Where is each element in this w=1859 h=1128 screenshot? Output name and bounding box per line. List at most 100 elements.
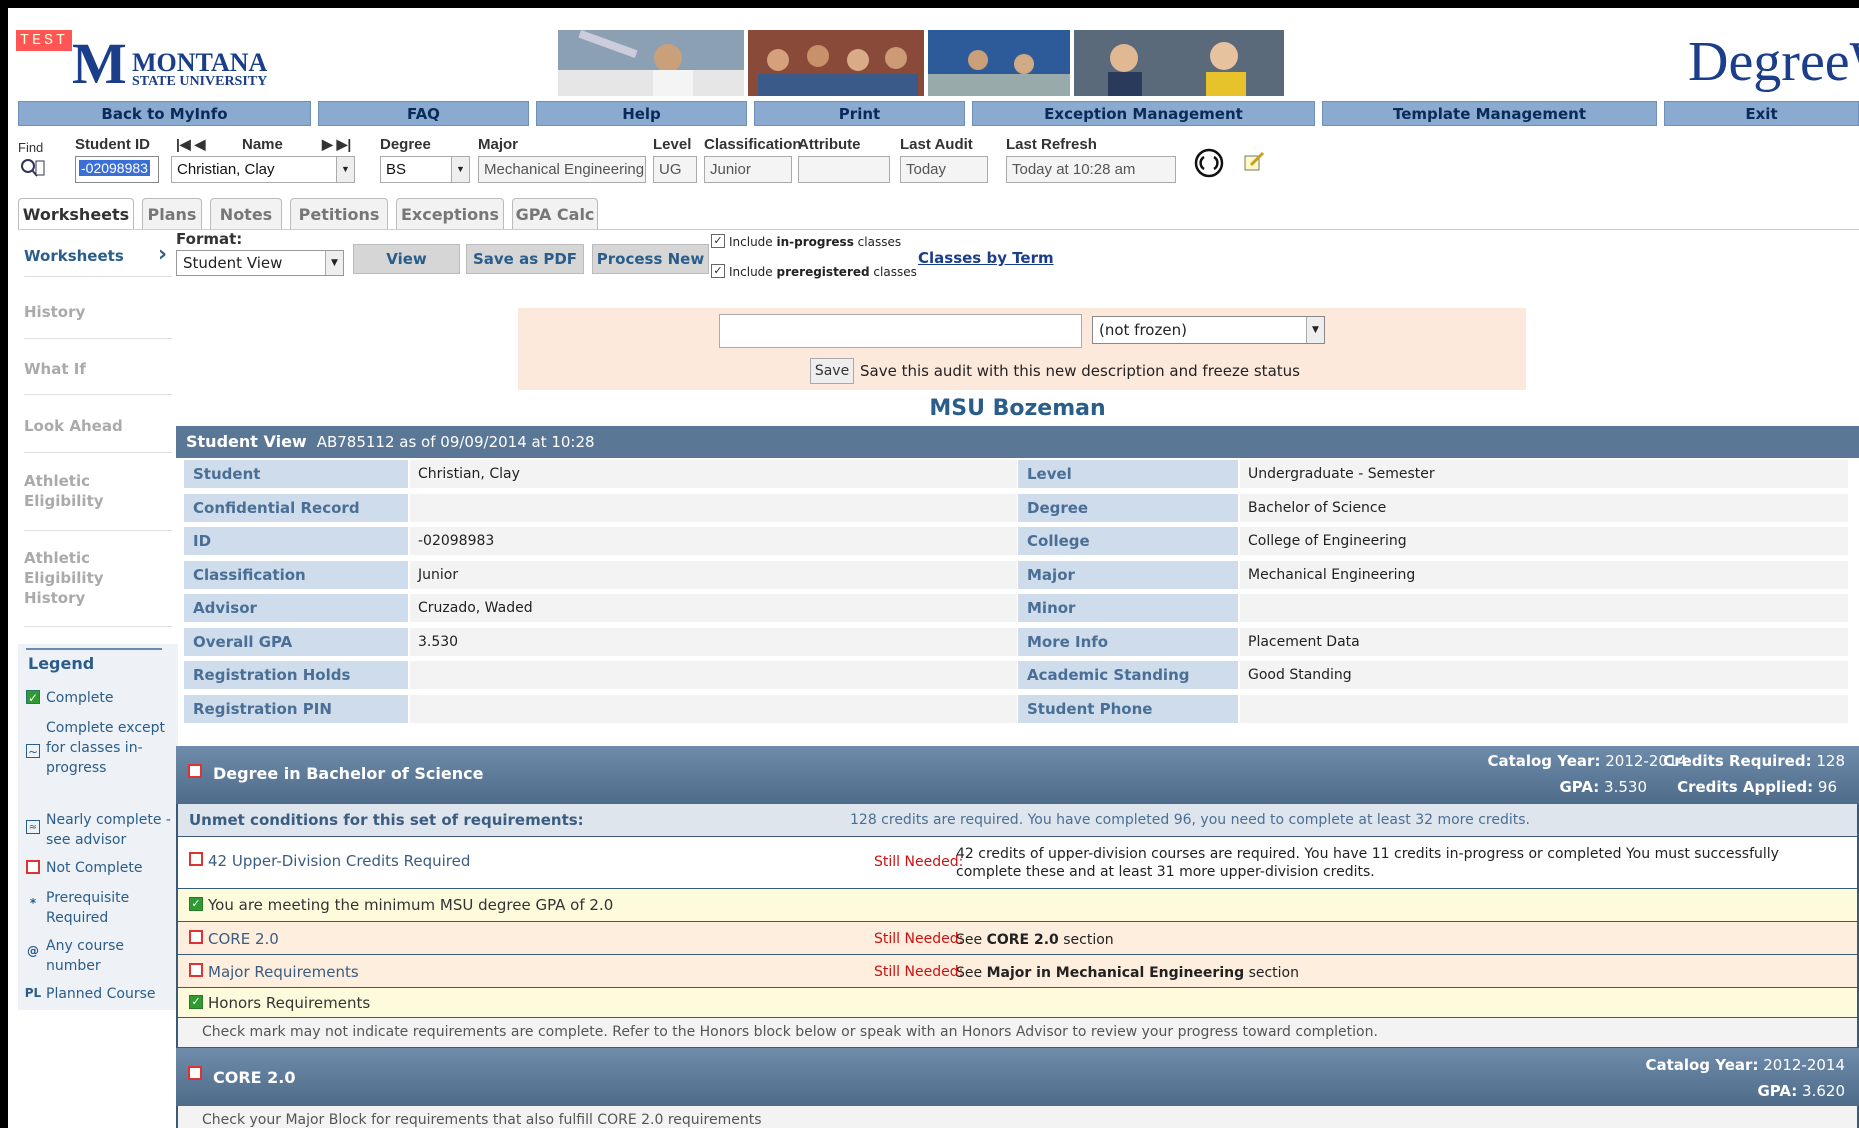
process-new-button[interactable]: Process New [592,244,709,274]
requirement-row: 42 Upper-Division Credits Required Still… [176,837,1859,889]
any-course-at-icon: @ [27,944,39,958]
student-view-value: Mechanical Engineering [1240,561,1848,589]
tab-gpa-calc[interactable]: GPA Calc [512,198,598,230]
student-view-value: Good Standing [1240,661,1848,689]
view-button[interactable]: View [353,244,460,274]
nav-back-to-myinfo[interactable]: Back to MyInfo [18,101,311,126]
sidebar-item-athletic-eligibility[interactable]: Athletic Eligibility [24,471,124,511]
major-field: Mechanical Engineering [478,156,646,183]
not-complete-box-icon [189,930,203,944]
major-label: Major [478,136,519,153]
catalog-year: Catalog Year: 2012-2014 [1487,752,1687,770]
university-subname: STATE UNIVERSITY [132,74,268,89]
core-block-header: CORE 2.0 Catalog Year: 2012-2014 GPA: 3.… [176,1048,1859,1106]
core-gpa: GPA: 3.620 [1757,1082,1845,1100]
top-nav: Back to MyInfo FAQ Help Print Exception … [18,101,1859,126]
test-badge: TEST [16,30,73,51]
student-view-label: Advisor [184,594,408,622]
student-view-value: Undergraduate - Semester [1240,460,1848,488]
find-student-icon[interactable] [20,158,46,180]
level-field: UG [653,156,697,183]
attribute-field [798,156,890,183]
complete-check-icon: ✓ [189,897,203,911]
last-student-icon[interactable]: ▶ ▶| [322,136,351,153]
credits-required: Credits Required: 128 [1663,752,1845,770]
student-view-label: More Info [1018,628,1238,656]
format-label: Format: [176,230,243,248]
tab-worksheets[interactable]: Worksheets [18,198,134,230]
sidebar-divider [24,452,172,453]
edit-note-icon[interactable] [1242,150,1266,174]
banner-photo-lab [558,30,744,96]
sidebar-item-history[interactable]: History [24,302,164,322]
campus-title: MSU Bozeman [929,396,1106,421]
not-complete-box-icon [189,852,203,866]
audit-description-input[interactable] [719,314,1082,348]
nav-print[interactable]: Print [754,101,965,126]
include-preregistered-checkbox[interactable]: ✓ [711,264,725,278]
degreeworks-brand: DegreeW [1688,31,1859,93]
legend: Legend ✓ Complete ~ Complete except for … [18,644,178,1010]
student-view-label: Degree [1018,494,1238,522]
tab-exceptions[interactable]: Exceptions [396,198,504,230]
complete-check-icon: ✓ [189,995,203,1009]
core-block-title: CORE 2.0 [213,1068,296,1087]
include-in-progress-checkbox[interactable]: ✓ [711,234,725,248]
student-id-input[interactable]: -02098983 [75,156,159,183]
degreeworks-page: TEST M MONTANA STATE UNIVERSITY DegreeW … [8,8,1859,1128]
student-view-value[interactable]: Placement Data [1240,628,1848,656]
not-complete-box-icon [26,860,40,874]
requirement-row: Major Requirements Still Needed: See Maj… [176,955,1859,988]
planned-course-icon: PL [24,986,42,1000]
refresh-icon[interactable] [1194,148,1224,178]
name-select[interactable]: Christian, Clay ▼ [171,156,355,183]
legend-title: Legend [28,654,95,673]
tab-petitions[interactable]: Petitions [290,198,388,230]
requirement-row: CORE 2.0 Still Needed: See CORE 2.0 sect… [176,922,1859,955]
classification-label: Classification [704,136,802,153]
student-view-label: Minor [1018,594,1238,622]
unmet-conditions-row: Unmet conditions for this set of require… [176,804,1859,837]
sidebar-item-athletic-eligibility-history[interactable]: Athletic Eligibility History [24,548,124,608]
tab-notes[interactable]: Notes [210,198,282,230]
chevron-down-icon: ▼ [1306,317,1324,343]
nav-exception-management[interactable]: Exception Management [972,101,1315,126]
degree-label: Degree [380,136,431,153]
first-student-icon[interactable]: |◀ ◀ [176,136,205,153]
tab-plans[interactable]: Plans [142,198,202,230]
degree-select[interactable]: BS ▼ [380,156,470,183]
save-as-pdf-button[interactable]: Save as PDF [466,244,584,274]
student-view-label: Registration PIN [184,695,408,723]
classes-by-term-link[interactable]: Classes by Term [918,249,1054,267]
chevron-down-icon: ▼ [336,157,354,182]
legend-divider [26,648,162,650]
nav-help[interactable]: Help [536,101,747,126]
student-view-value: 3.530 [410,628,1017,656]
not-complete-box-icon [189,963,203,977]
freeze-status-select[interactable]: (not frozen) ▼ [1092,316,1325,344]
nav-template-management[interactable]: Template Management [1322,101,1657,126]
prerequisite-asterisk-icon: * [29,896,37,910]
format-select[interactable]: Student View ▼ [176,250,344,276]
last-refresh-label: Last Refresh [1006,136,1097,153]
core-catalog-year: Catalog Year: 2012-2014 [1645,1056,1845,1074]
save-audit-button[interactable]: Save [810,358,854,384]
nav-faq[interactable]: FAQ [318,101,529,126]
nav-exit[interactable]: Exit [1664,101,1859,126]
sidebar-item-look-ahead[interactable]: Look Ahead [24,416,164,436]
student-view-value: -02098983 [410,527,1017,555]
honors-note-row: Check mark may not indicate requirements… [176,1018,1859,1048]
core-note-row: Check your Major Block for requirements … [176,1106,1859,1128]
save-audit-text: Save this audit with this new descriptio… [860,362,1300,380]
header: TEST M MONTANA STATE UNIVERSITY DegreeW [8,8,1859,100]
student-view-value [410,661,1017,689]
requirement-row: ✓ You are meeting the minimum MSU degree… [176,889,1859,922]
banner-photo-engineering [928,30,1070,96]
nearly-complete-icon: ≈ [26,820,40,834]
student-view-label: Academic Standing [1018,661,1238,689]
sidebar-item-worksheets[interactable]: Worksheets [24,246,164,266]
student-bar: Find Student ID -02098983 |◀ ◀ Name ▶ ▶|… [18,132,1859,188]
in-progress-tilde-icon: ~ [26,744,40,759]
student-view-value [410,695,1017,723]
sidebar-item-what-if[interactable]: What If [24,359,164,379]
